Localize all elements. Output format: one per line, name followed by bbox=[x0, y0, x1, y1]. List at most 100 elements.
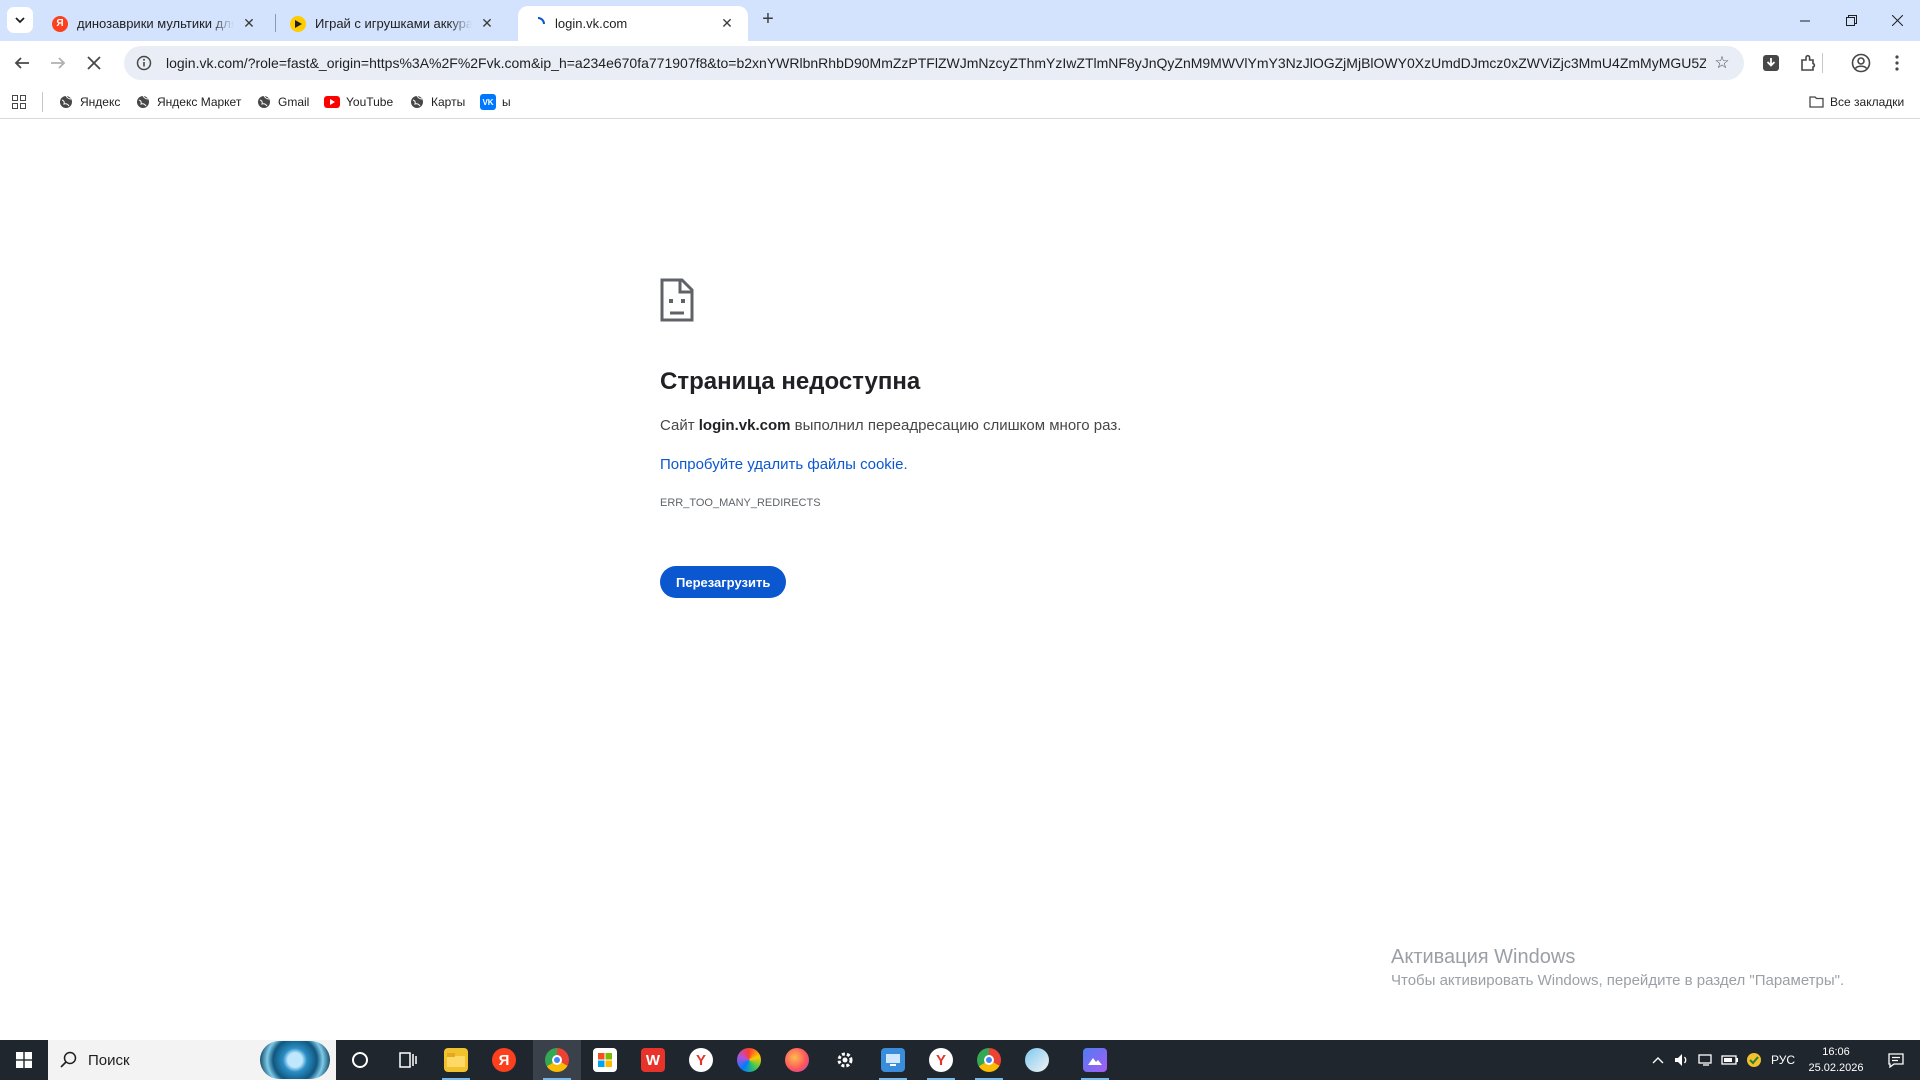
search-icon bbox=[60, 1051, 77, 1068]
profile-icon[interactable] bbox=[1848, 50, 1874, 76]
bookmark-gmail[interactable]: Gmail bbox=[256, 91, 309, 113]
play-icon bbox=[290, 15, 306, 32]
download-icon[interactable] bbox=[1758, 50, 1784, 76]
browser-window: Я динозаврики мультики для детей ✕ Играй… bbox=[0, 0, 1920, 1080]
search-highlight-image bbox=[260, 1041, 330, 1079]
bookmark-label: Яндекс Маркет bbox=[157, 95, 242, 109]
loading-icon bbox=[530, 16, 546, 32]
taskbar-app-chrome-2[interactable] bbox=[965, 1040, 1013, 1080]
bookmark-label: Яндекс bbox=[80, 95, 121, 109]
apps-button[interactable] bbox=[12, 91, 26, 113]
taskbar-app-settings[interactable] bbox=[821, 1040, 869, 1080]
tab-strip: Я динозаврики мультики для детей ✕ Играй… bbox=[0, 0, 1920, 41]
site-info-icon[interactable] bbox=[134, 53, 154, 73]
chrome-icon bbox=[977, 1048, 1001, 1072]
taskbar-app-yandex-browser[interactable]: Я bbox=[480, 1040, 528, 1080]
cortana-button[interactable] bbox=[336, 1040, 384, 1080]
close-icon bbox=[1891, 15, 1903, 26]
apps-grid-icon bbox=[12, 95, 26, 109]
restore-icon bbox=[1845, 15, 1857, 26]
arrow-right-icon bbox=[51, 57, 66, 69]
browser-toolbar: login.vk.com/?role=fast&_origin=https%3A… bbox=[0, 41, 1920, 85]
bookmarks-divider bbox=[42, 92, 43, 112]
bookmark-star-icon[interactable]: ☆ bbox=[1712, 53, 1732, 73]
start-button[interactable] bbox=[0, 1040, 48, 1080]
new-tab-button[interactable]: + bbox=[758, 8, 778, 30]
tray-language[interactable]: РУС bbox=[1766, 1040, 1800, 1080]
chevron-up-icon bbox=[1652, 1057, 1664, 1064]
bookmark-label: Карты bbox=[431, 95, 466, 109]
restore-button[interactable] bbox=[1828, 0, 1874, 41]
taskbar-app-explorer[interactable] bbox=[432, 1040, 480, 1080]
taskbar-app-paint[interactable] bbox=[1013, 1040, 1061, 1080]
folder-icon bbox=[444, 1048, 468, 1072]
tab-title: динозаврики мультики для детей bbox=[77, 16, 234, 31]
taskbar-app-wps[interactable]: W bbox=[629, 1040, 677, 1080]
extensions-icon[interactable] bbox=[1795, 50, 1821, 76]
notification-center-button[interactable] bbox=[1872, 1040, 1920, 1080]
error-desc-prefix: Сайт bbox=[660, 417, 699, 434]
close-icon[interactable]: ✕ bbox=[718, 15, 736, 33]
bookmark-label: ы bbox=[502, 95, 511, 109]
stop-loading-button[interactable] bbox=[80, 49, 108, 77]
close-icon[interactable]: ✕ bbox=[240, 15, 258, 33]
tray-battery[interactable] bbox=[1718, 1040, 1742, 1080]
tray-chevron[interactable] bbox=[1646, 1040, 1670, 1080]
address-bar[interactable]: login.vk.com/?role=fast&_origin=https%3A… bbox=[124, 46, 1744, 80]
tray-app[interactable] bbox=[1742, 1040, 1766, 1080]
minimize-button[interactable] bbox=[1782, 0, 1828, 41]
tray-network[interactable] bbox=[1694, 1040, 1718, 1080]
taskbar: Поиск Я W Y Y РУС 16:06 25.02.2026 bbox=[0, 1040, 1920, 1080]
taskbar-app-firefox[interactable] bbox=[773, 1040, 821, 1080]
tab-login-vk[interactable]: login.vk.com ✕ bbox=[518, 6, 748, 41]
globe-icon bbox=[135, 94, 151, 110]
close-icon[interactable]: ✕ bbox=[478, 15, 496, 33]
paint-icon bbox=[1025, 1048, 1049, 1072]
taskbar-app-color[interactable] bbox=[725, 1040, 773, 1080]
error-desc-suffix: выполнил переадресацию слишком много раз… bbox=[790, 417, 1122, 434]
close-window-button[interactable] bbox=[1874, 0, 1920, 41]
tray-clock[interactable]: 16:06 25.02.2026 bbox=[1800, 1044, 1872, 1076]
taskbar-app-control-panel[interactable] bbox=[869, 1040, 917, 1080]
windows-logo-icon bbox=[16, 1052, 32, 1068]
search-placeholder: Поиск bbox=[88, 1051, 130, 1069]
bookmark-label: Все закладки bbox=[1830, 95, 1905, 109]
yandex-icon: Я bbox=[52, 15, 68, 32]
taskbar-search[interactable]: Поиск bbox=[48, 1040, 336, 1080]
reload-button[interactable]: Перезагрузить bbox=[660, 566, 787, 598]
back-button[interactable] bbox=[8, 49, 36, 77]
activation-watermark-title: Активация Windows bbox=[1391, 946, 1576, 968]
firefox-icon bbox=[785, 1048, 809, 1072]
colorful-circle-icon bbox=[737, 1048, 761, 1072]
task-view-button[interactable] bbox=[384, 1040, 432, 1080]
bookmark-yandex-market[interactable]: Яндекс Маркет bbox=[135, 91, 241, 113]
all-bookmarks-button[interactable]: Все закладки bbox=[1808, 91, 1904, 113]
tab-toys[interactable]: Играй с игрушками аккуратно ✕ bbox=[278, 6, 508, 41]
taskbar-app-chrome[interactable] bbox=[533, 1040, 581, 1080]
network-icon bbox=[1698, 1054, 1712, 1066]
yandex-y-icon: Y bbox=[929, 1048, 953, 1072]
bookmark-label: YouTube bbox=[346, 95, 394, 109]
activation-watermark-subtitle: Чтобы активировать Windows, перейдите в … bbox=[1391, 972, 1845, 989]
error-desc-host: login.vk.com bbox=[698, 417, 791, 434]
tab-search-button[interactable] bbox=[7, 7, 33, 33]
bookmark-vk[interactable]: VK ы bbox=[480, 91, 511, 113]
taskbar-app-yandex[interactable]: Y bbox=[677, 1040, 725, 1080]
bookmark-yandex[interactable]: Яндекс bbox=[58, 91, 120, 113]
control-panel-icon bbox=[881, 1048, 905, 1072]
clear-cookies-link[interactable]: Попробуйте удалить файлы cookie. bbox=[660, 456, 908, 473]
taskbar-app-yandex-2[interactable]: Y bbox=[917, 1040, 965, 1080]
bookmark-youtube[interactable]: YouTube bbox=[324, 91, 393, 113]
gear-icon bbox=[837, 1052, 853, 1068]
url-text[interactable]: login.vk.com/?role=fast&_origin=https%3A… bbox=[166, 55, 1706, 71]
tray-volume[interactable] bbox=[1670, 1040, 1694, 1080]
forward-button[interactable] bbox=[44, 49, 72, 77]
task-view-icon bbox=[399, 1052, 417, 1068]
youtube-icon bbox=[324, 94, 340, 110]
taskbar-app-store[interactable] bbox=[581, 1040, 629, 1080]
taskbar-app-photos[interactable] bbox=[1071, 1040, 1119, 1080]
tab-yandex[interactable]: Я динозаврики мультики для детей ✕ bbox=[40, 6, 270, 41]
menu-icon[interactable] bbox=[1884, 50, 1910, 76]
tab-title: Играй с игрушками аккуратно bbox=[315, 16, 472, 31]
bookmark-maps[interactable]: Карты bbox=[409, 91, 465, 113]
